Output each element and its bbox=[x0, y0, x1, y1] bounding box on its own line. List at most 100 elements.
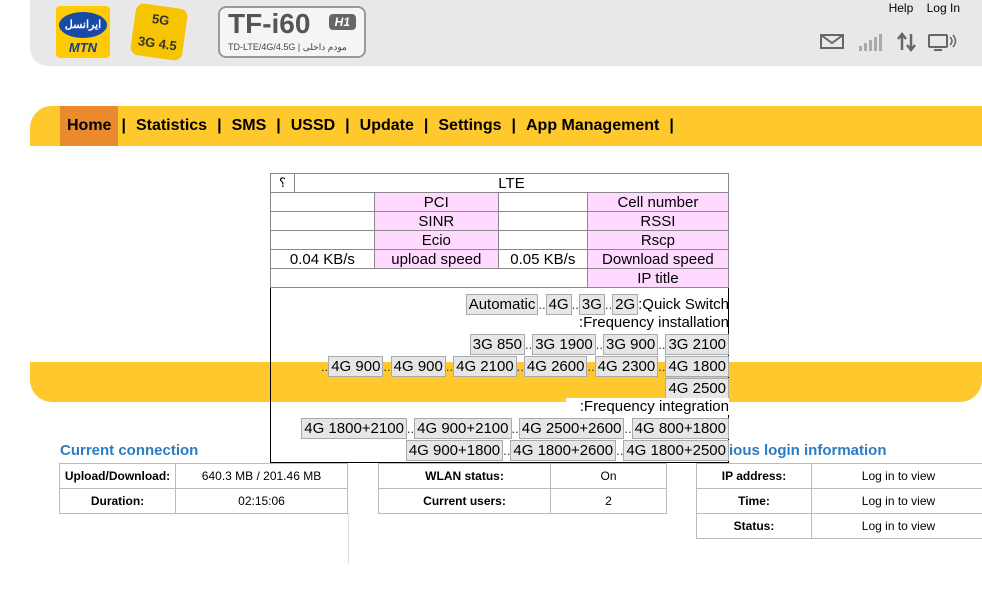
nav-separator: | bbox=[217, 117, 222, 134]
frequency-integration-label: :Frequency integration bbox=[579, 398, 729, 415]
freq-4g-900-button[interactable]: 4G 900 bbox=[328, 356, 384, 377]
current-users-value: 2 bbox=[550, 488, 667, 514]
ca-1800-2600-button[interactable]: 4G 1800+2600 bbox=[510, 440, 617, 461]
download-speed-value: 0.05 KB/s bbox=[497, 249, 588, 269]
cell-number-value bbox=[497, 192, 588, 212]
freq-integration-label-row: :Frequency integration bbox=[566, 398, 729, 415]
separator-dots: .. bbox=[445, 359, 454, 374]
time-value: Log in to view bbox=[811, 488, 982, 514]
separator-dots: .. bbox=[604, 297, 613, 312]
switch-4g-button[interactable]: 4G bbox=[545, 294, 572, 315]
ca-1800-2500-button[interactable]: 4G 1800+2500 bbox=[623, 440, 729, 461]
freq-4g-2300-button[interactable]: 4G 2300 bbox=[594, 356, 659, 377]
upload-download-value: 640.3 MB / 201.46 MB bbox=[175, 463, 348, 489]
nav-app-management[interactable]: App Management bbox=[519, 106, 666, 146]
ca-1800-2100-button[interactable]: 4G 1800+2100 bbox=[301, 418, 407, 439]
ip-address-value: Log in to view bbox=[811, 463, 982, 489]
freq-install-label-row: :Frequency installation bbox=[272, 314, 729, 331]
rscp-value bbox=[497, 230, 588, 250]
freq-4g-1800-button[interactable]: 4G 1800 bbox=[665, 356, 729, 377]
freq-3g-row: 3G 850.. 3G 1900.. 3G 900.. 3G 2100 bbox=[272, 334, 729, 355]
sinr-value bbox=[270, 211, 375, 231]
ca-900-2100-button[interactable]: 4G 900+2100 bbox=[414, 418, 512, 439]
mail-icon[interactable] bbox=[820, 32, 844, 50]
quick-switch-label: :Quick Switch bbox=[638, 296, 729, 313]
nav-separator: | bbox=[669, 117, 674, 134]
data-transfer-icon bbox=[897, 32, 916, 52]
wlan-status-value: On bbox=[550, 463, 667, 489]
separator-dots: .. bbox=[587, 359, 595, 374]
ca-2500-2600-button[interactable]: 4G 2500+2600 bbox=[518, 418, 625, 439]
separator-dots: .. bbox=[503, 443, 511, 458]
login-link[interactable]: Log In bbox=[927, 1, 960, 15]
ip-address-label: IP address: bbox=[696, 463, 812, 489]
ecio-value bbox=[270, 230, 375, 250]
irancell-logo-text: ایرانسل bbox=[59, 12, 107, 38]
network-type: LTE bbox=[294, 173, 729, 193]
freq-3g-2100-button[interactable]: 3G 2100 bbox=[665, 334, 729, 355]
wlan-status-label: WLAN status: bbox=[378, 463, 551, 489]
ecio-label: Ecio bbox=[373, 230, 499, 250]
nav-separator: | bbox=[423, 117, 429, 134]
help-link[interactable]: Help bbox=[889, 1, 914, 15]
separator-dots: .. bbox=[624, 421, 632, 436]
freq-4g-2500-button[interactable]: 4G 2500 bbox=[665, 378, 729, 399]
ip-title-value bbox=[270, 268, 588, 288]
pci-value bbox=[270, 192, 375, 212]
cell-info-table: ؟ LTE PCI Cell number SINR RSSI Ecio Rsc… bbox=[270, 173, 730, 288]
model-name: TF-i60 bbox=[228, 8, 311, 39]
nav-settings[interactable]: Settings bbox=[431, 106, 508, 146]
switch-automatic-button[interactable]: Automatic bbox=[465, 294, 539, 315]
ca-900-1800-button[interactable]: 4G 900+1800 bbox=[405, 440, 504, 461]
nav-separator: | bbox=[276, 117, 281, 134]
separator-dots: .. bbox=[538, 297, 546, 312]
separator-dots: .. bbox=[595, 337, 603, 352]
separator-dots: .. bbox=[658, 359, 666, 374]
download-speed-label: Download speed bbox=[586, 249, 730, 269]
divider bbox=[348, 513, 349, 563]
nav-statistics[interactable]: Statistics bbox=[129, 106, 214, 146]
switch-2g-button[interactable]: 2G bbox=[612, 294, 639, 315]
nav-home[interactable]: Home bbox=[60, 106, 119, 146]
separator-dots: .. bbox=[516, 359, 524, 374]
freq-3g-900-button[interactable]: 3G 900 bbox=[603, 334, 659, 355]
wifi-device-icon[interactable] bbox=[928, 32, 958, 52]
freq-4g-2600-button[interactable]: 4G 2600 bbox=[523, 356, 588, 377]
nav-update[interactable]: Update bbox=[353, 106, 421, 146]
nav-separator: | bbox=[345, 117, 350, 134]
separator-dots: .. bbox=[383, 359, 391, 374]
signal-icon bbox=[859, 34, 882, 51]
quick-switch-row: Automatic.. 4G.. 3G.. 2G:Quick Switch bbox=[272, 294, 729, 315]
sinr-label: SINR bbox=[373, 211, 499, 231]
rssi-value bbox=[497, 211, 588, 231]
time-label: Time: bbox=[696, 488, 812, 514]
ca-row-1: 4G 1800+2100.. 4G 900+2100.. 4G 2500+2600.… bbox=[272, 418, 729, 439]
freq-3g-850-button[interactable]: 3G 850 bbox=[469, 334, 525, 355]
freq-4g-row: .. 4G 900.. 4G 900.. 4G 2100.. 4G 2600.. 4G 2… bbox=[230, 356, 729, 377]
nav-separator: | bbox=[511, 117, 516, 134]
duration-value: 02:15:06 bbox=[175, 488, 348, 514]
upload-download-label: Upload/Download: bbox=[59, 463, 176, 489]
nav-ussd[interactable]: USSD bbox=[284, 106, 342, 146]
nav-sms[interactable]: SMS bbox=[225, 106, 274, 146]
help-question-button[interactable]: ؟ bbox=[270, 173, 295, 193]
freq-4g-2100-button[interactable]: 4G 2100 bbox=[453, 356, 517, 377]
irancell-mtn-logo: ایرانسل MTN bbox=[56, 6, 110, 58]
separator-dots: .. bbox=[524, 337, 533, 352]
pci-label: PCI bbox=[373, 192, 499, 212]
separator-dots: .. bbox=[571, 297, 579, 312]
freq-4g-900b-button[interactable]: 4G 900 bbox=[390, 356, 446, 377]
separator-dots: .. bbox=[511, 421, 519, 436]
current-users-label: Current users: bbox=[378, 488, 551, 514]
freq-4g-extra-row: 4G 2500 bbox=[272, 378, 729, 399]
frequency-installation-label: :Frequency installation bbox=[578, 314, 729, 331]
ca-800-1800-button[interactable]: 4G 800+1800 bbox=[631, 418, 729, 439]
freq-3g-1900-button[interactable]: 3G 1900 bbox=[532, 334, 596, 355]
upload-speed-value: 0.04 KB/s bbox=[270, 249, 375, 269]
switch-3g-button[interactable]: 3G bbox=[578, 294, 605, 315]
current-connection-table: Upload/Download: 640.3 MB / 201.46 MB Du… bbox=[59, 463, 348, 514]
status-icons bbox=[820, 32, 960, 54]
status-label: Status: bbox=[696, 513, 812, 539]
duration-label: Duration: bbox=[59, 488, 176, 514]
cell-number-label: Cell number bbox=[586, 192, 730, 212]
